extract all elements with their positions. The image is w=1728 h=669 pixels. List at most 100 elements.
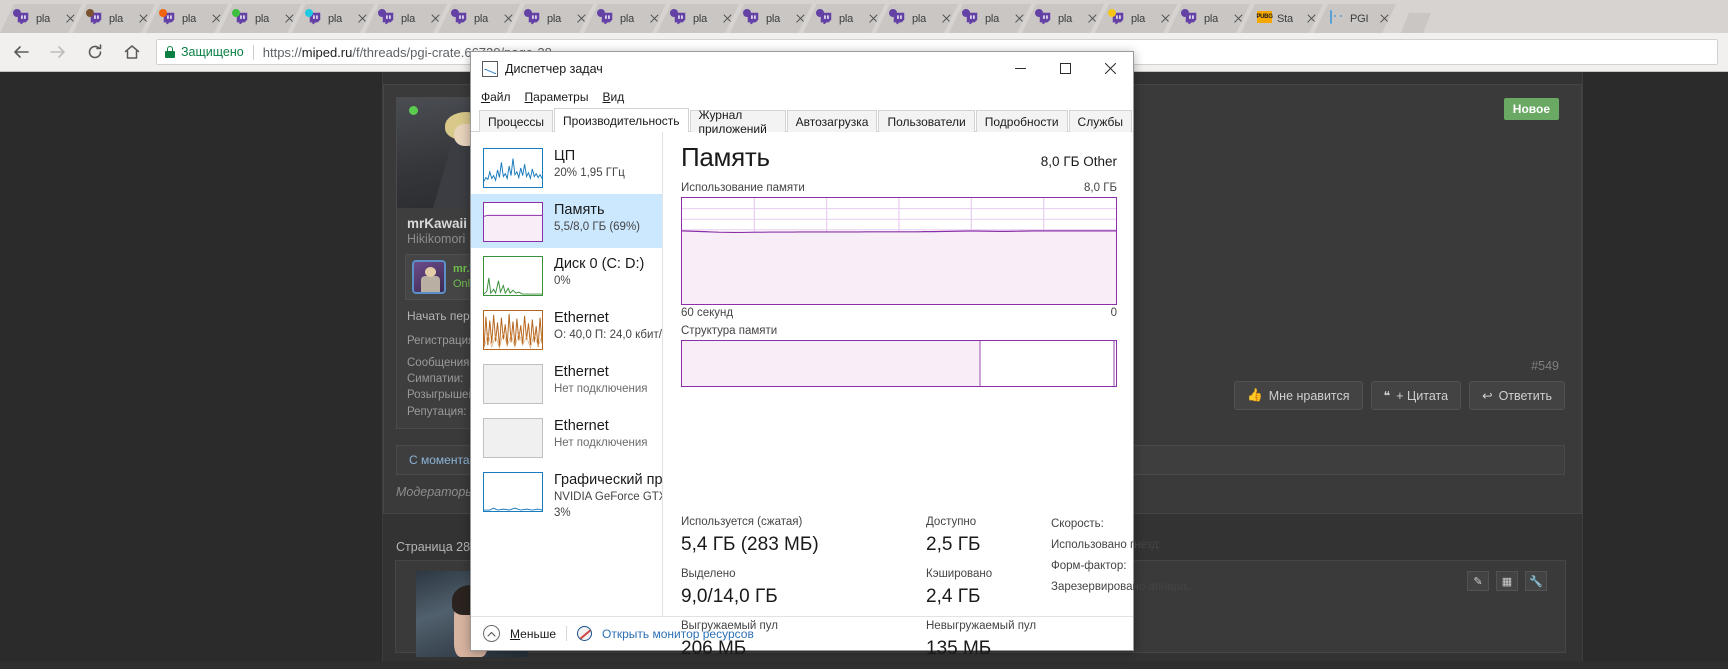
- browser-tab[interactable]: pla: [0, 4, 82, 33]
- tab-title: pla: [109, 13, 136, 25]
- tab-startup[interactable]: Автозагрузка: [787, 110, 878, 132]
- close-icon[interactable]: [65, 13, 76, 24]
- sidebar-item-label: Графический пр: [554, 472, 656, 489]
- tab-performance[interactable]: Производительность: [554, 108, 688, 132]
- tab-users[interactable]: Пользователи: [878, 110, 974, 132]
- close-icon[interactable]: [941, 13, 952, 24]
- close-button[interactable]: [1088, 53, 1133, 85]
- wrench-icon[interactable]: 🔧: [1525, 571, 1547, 591]
- stat-label: Выгружаемый пул: [681, 618, 926, 635]
- composition-used-segment: [682, 341, 981, 386]
- close-icon[interactable]: [503, 13, 514, 24]
- stat-value: 5,4 ГБ (283 МБ): [681, 531, 926, 559]
- close-icon[interactable]: [868, 13, 879, 24]
- home-button[interactable]: [116, 37, 148, 67]
- close-icon[interactable]: [138, 13, 149, 24]
- close-icon[interactable]: [1306, 13, 1317, 24]
- browser-tab[interactable]: pla: [657, 4, 739, 33]
- chevron-up-icon[interactable]: [483, 625, 500, 642]
- grid-icon[interactable]: ▦: [1496, 571, 1518, 591]
- close-icon[interactable]: [1160, 13, 1171, 24]
- reply-button[interactable]: ↩Ответить: [1469, 381, 1565, 410]
- new-tab-button[interactable]: [1401, 13, 1431, 33]
- sidebar-item-cpu[interactable]: ЦП 20% 1,95 ГГц: [471, 140, 662, 194]
- sidebar-item-disk[interactable]: Диск 0 (C: D:) 0%: [471, 248, 662, 302]
- tab-processes[interactable]: Процессы: [479, 110, 553, 132]
- close-icon[interactable]: [430, 13, 441, 24]
- browser-tab[interactable]: pla: [1095, 4, 1177, 33]
- menu-file-rest: айл: [490, 90, 510, 104]
- tab-details[interactable]: Подробности: [976, 110, 1068, 132]
- twitch-icon: [381, 11, 396, 26]
- sidebar-item-label: ЦП: [554, 148, 625, 165]
- close-icon[interactable]: [1014, 13, 1025, 24]
- close-icon[interactable]: [576, 13, 587, 24]
- reply-icon: ↩: [1482, 388, 1492, 403]
- browser-tab[interactable]: pla: [146, 4, 228, 33]
- fewer-details-button[interactable]: Меньше: [510, 627, 556, 641]
- tab-title: pla: [255, 13, 282, 25]
- browser-tab[interactable]: pla: [219, 4, 301, 33]
- stat-label: Используется (сжатая): [681, 514, 926, 531]
- title-bar[interactable]: Диспетчер задач: [471, 52, 1133, 85]
- tab-app-history[interactable]: Журнал приложений: [690, 110, 786, 132]
- sidebar-item-gpu[interactable]: Графический пр NVIDIA GeForce GTX 750 3%: [471, 464, 662, 518]
- close-icon[interactable]: [649, 13, 660, 24]
- sidebar-item-sub: 20% 1,95 ГГц: [554, 165, 625, 182]
- browser-tab[interactable]: pla: [730, 4, 812, 33]
- hw-info-line: Зарезервировано аппара...: [1051, 577, 1196, 598]
- browser-tab[interactable]: pla: [511, 4, 593, 33]
- browser-tab[interactable]: pla: [876, 4, 958, 33]
- close-icon[interactable]: [795, 13, 806, 24]
- back-button[interactable]: [5, 37, 37, 67]
- browser-tab[interactable]: pla: [292, 4, 374, 33]
- sidebar-item-ethernet-2[interactable]: Ethernet Нет подключения: [471, 356, 662, 410]
- fewer-accel: М: [510, 627, 520, 641]
- maximize-button[interactable]: [1043, 53, 1088, 85]
- browser-tab[interactable]: pla: [803, 4, 885, 33]
- sidebar-item-ethernet-1[interactable]: Ethernet О: 40,0 П: 24,0 кбит/с: [471, 302, 662, 356]
- sidebar-item-memory[interactable]: Память 5,5/8,0 ГБ (69%): [471, 194, 662, 248]
- minimize-button[interactable]: [998, 53, 1043, 85]
- close-icon[interactable]: [211, 13, 222, 24]
- browser-tab[interactable]: PGI: [1314, 4, 1396, 33]
- browser-tab[interactable]: pla: [438, 4, 520, 33]
- menu-view-rest: ид: [611, 90, 625, 104]
- close-icon[interactable]: [357, 13, 368, 24]
- sidebar-item-sub: NVIDIA GeForce GTX 750: [554, 489, 656, 506]
- browser-tab[interactable]: pla: [949, 4, 1031, 33]
- browser-tab[interactable]: pla: [365, 4, 447, 33]
- ethernet-disconnected-thumb: [483, 364, 543, 404]
- browser-tab[interactable]: pla: [1168, 4, 1250, 33]
- memory-header: Память 8,0 ГБ Other: [681, 142, 1117, 173]
- browser-tab[interactable]: pla: [1022, 4, 1104, 33]
- sidebar-item-ethernet-3[interactable]: Ethernet Нет подключения: [471, 410, 662, 464]
- like-button[interactable]: 👍Мне нравится: [1234, 381, 1362, 410]
- forward-button[interactable]: [42, 37, 74, 67]
- resource-monitor-icon[interactable]: [577, 626, 592, 641]
- reload-button[interactable]: [79, 37, 111, 67]
- browser-tab[interactable]: pla: [73, 4, 155, 33]
- close-icon[interactable]: [284, 13, 295, 24]
- memory-composition-bar[interactable]: [681, 340, 1117, 387]
- menu-file[interactable]: Файл: [481, 90, 511, 104]
- menu-view[interactable]: Вид: [602, 90, 624, 104]
- memory-total: 8,0 ГБ Other: [1041, 154, 1117, 169]
- tab-title: pla: [693, 13, 720, 25]
- stat-label: Выделено: [681, 566, 926, 583]
- close-icon[interactable]: [1233, 13, 1244, 24]
- post-action-bar: 👍Мне нравится ❝+ Цитата ↩Ответить: [1234, 381, 1565, 410]
- quote-button[interactable]: ❝+ Цитата: [1371, 381, 1462, 410]
- reputation-label: Репутация:: [407, 406, 467, 418]
- browser-tab[interactable]: PUBGSta: [1241, 4, 1323, 33]
- tab-title: pla: [985, 13, 1012, 25]
- twitch-icon: [16, 11, 31, 26]
- twitch-icon: [308, 11, 323, 26]
- menu-options[interactable]: Параметры: [525, 90, 589, 104]
- tab-services[interactable]: Службы: [1069, 110, 1132, 132]
- close-icon[interactable]: [722, 13, 733, 24]
- close-icon[interactable]: [1379, 13, 1390, 24]
- browser-tab[interactable]: pla: [584, 4, 666, 33]
- pencil-icon[interactable]: ✎: [1467, 571, 1489, 591]
- close-icon[interactable]: [1087, 13, 1098, 24]
